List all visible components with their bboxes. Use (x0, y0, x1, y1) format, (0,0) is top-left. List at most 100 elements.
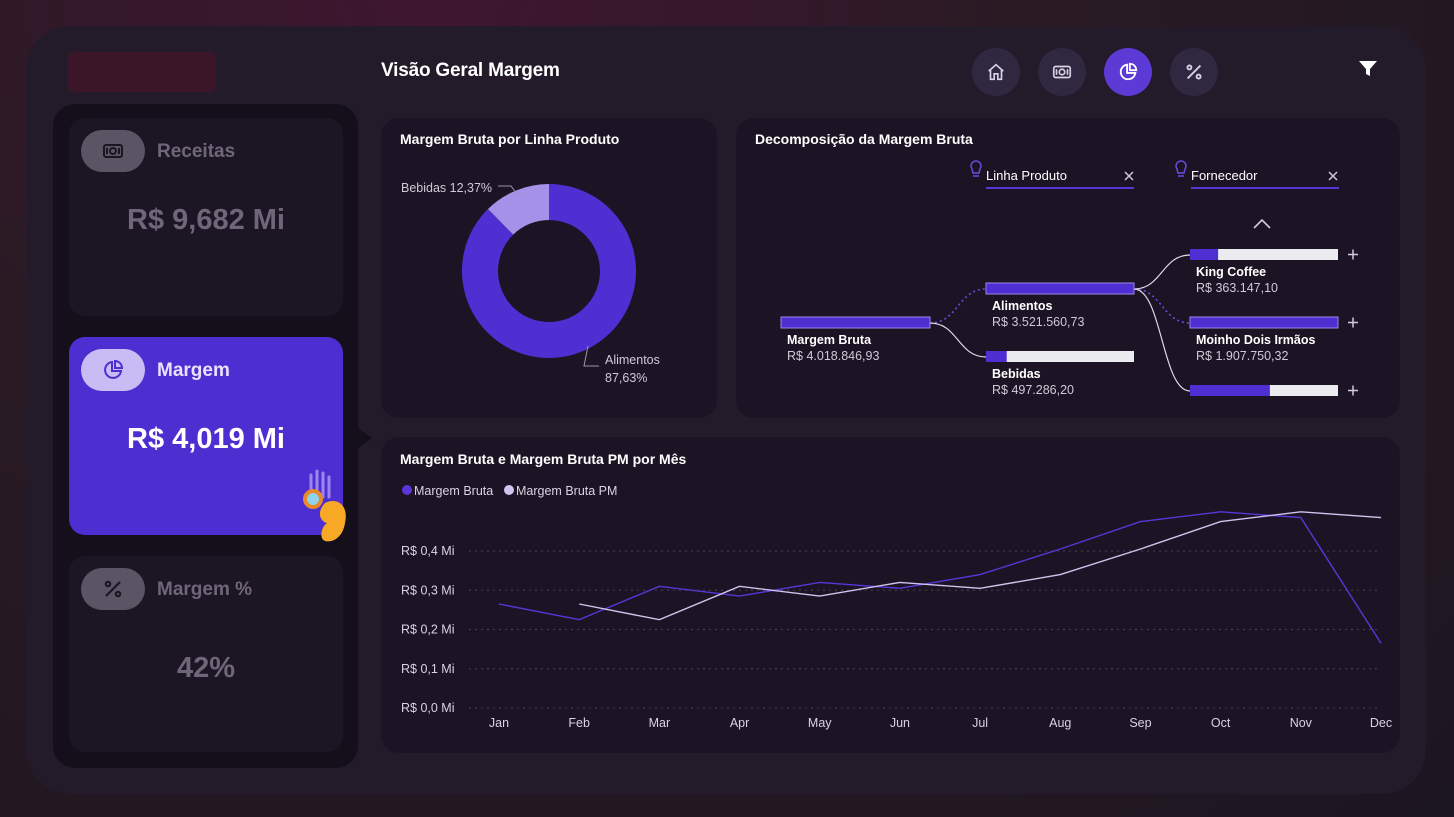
decomposition-tree: Linha Produto Fornecedor Margem Bruta R$… (780, 160, 1358, 397)
tree-node-king-coffee[interactable]: King Coffee R$ 363.147,10 (1190, 249, 1358, 295)
kpi-value: R$ 9,682 Mi (127, 204, 285, 236)
filter-chip-fornecedor[interactable]: Fornecedor (1175, 160, 1339, 189)
donut-label-alimentos-pct: 87,63% (605, 371, 647, 385)
x-tick-label: Sep (1129, 716, 1151, 730)
kpi-pill (81, 349, 145, 391)
kpi-value: 42% (176, 652, 236, 684)
tree-node-alimentos[interactable]: Alimentos R$ 3.521.560,73 (985, 282, 1135, 329)
node-name: Margem Bruta (787, 333, 872, 347)
node-name: Alimentos (992, 299, 1052, 313)
x-tick-label: Aug (1049, 716, 1071, 730)
nav-revenue-button[interactable] (1038, 48, 1086, 96)
x-tick-label: Apr (730, 716, 749, 730)
kpi-label: Margem % (157, 579, 253, 600)
nav-home-button[interactable] (972, 48, 1020, 96)
x-tick-label: Oct (1211, 716, 1231, 730)
x-tick-label: Jan (489, 716, 509, 730)
x-tick-label: Nov (1290, 716, 1313, 730)
close-icon[interactable] (1124, 171, 1134, 181)
node-value: R$ 363.147,10 (1196, 281, 1278, 295)
tree-node-moinho-dois-irmaos[interactable]: Moinho Dois Irmãos R$ 1.907.750,32 (1189, 316, 1358, 363)
x-tick-label: Feb (568, 716, 590, 730)
node-value: R$ 3.521.560,73 (992, 315, 1084, 329)
nav-percent-button[interactable] (1170, 48, 1218, 96)
line-chart-card: Margem Bruta e Margem Bruta PM por Mês M… (381, 437, 1400, 753)
kpi-pill (81, 568, 145, 610)
connector (929, 288, 987, 324)
node-bar (985, 282, 1135, 295)
node-bar (1190, 249, 1219, 260)
pie-chart-icon (1119, 62, 1138, 81)
lightbulb-icon (1175, 160, 1187, 177)
kpi-label: Margem (157, 360, 230, 381)
node-bar (1189, 316, 1339, 329)
lightbulb-icon (970, 160, 982, 177)
chevron-up-icon[interactable] (1253, 218, 1271, 229)
connector (1133, 288, 1191, 324)
legend-label[interactable]: Margem Bruta (414, 484, 493, 498)
y-tick-label: R$ 0,4 Mi (401, 544, 455, 558)
expand-plus-icon[interactable] (1348, 249, 1358, 260)
x-tick-label: May (808, 716, 832, 730)
close-icon[interactable] (1328, 171, 1338, 181)
donut-card: Margem Bruta por Linha Produto Bebidas 1… (381, 118, 717, 418)
node-name: Moinho Dois Irmãos (1196, 333, 1316, 347)
filter-chip-linha-produto[interactable]: Linha Produto (970, 160, 1134, 189)
decomposition-card: Decomposição da Margem Bruta Linha Produ… (736, 118, 1400, 418)
donut-chart: Bebidas 12,37% Alimentos 87,63% (401, 181, 660, 385)
kpi-card-margem[interactable]: Margem R$ 4,019 Mi (69, 337, 346, 542)
kpi-pill (81, 130, 145, 172)
y-tick-label: R$ 0,2 Mi (401, 623, 455, 637)
percent-icon (1186, 64, 1202, 80)
series-line-margem-bruta-pm[interactable] (579, 511, 1382, 621)
money-icon (1052, 65, 1072, 79)
kpi-sidebar: Receitas R$ 9,682 Mi Margem R$ 4,019 Mi … (53, 104, 358, 768)
x-tick-label: Mar (649, 716, 671, 730)
pie-chart-icon (104, 359, 124, 379)
connector (1133, 288, 1191, 392)
legend-label[interactable]: Margem Bruta PM (516, 484, 617, 498)
filter-label: Fornecedor (1191, 168, 1258, 183)
tree-node-root[interactable]: Margem Bruta R$ 4.018.846,93 (780, 316, 931, 363)
y-tick-label: R$ 0,3 Mi (401, 583, 455, 597)
node-bar (780, 316, 931, 329)
legend-swatch (504, 485, 514, 495)
x-tick-label: Dec (1370, 716, 1392, 730)
node-name: King Coffee (1196, 265, 1266, 279)
series-line-margem-bruta[interactable] (498, 511, 1382, 644)
money-icon (103, 144, 123, 158)
node-name: Bebidas (992, 367, 1041, 381)
kpi-label: Receitas (157, 141, 236, 162)
x-tick-label: Jul (972, 716, 988, 730)
home-icon (988, 63, 1004, 81)
tree-node-third-supplier[interactable] (1190, 385, 1358, 396)
connector (1133, 254, 1191, 290)
donut-label-alimentos: Alimentos (605, 353, 660, 367)
expand-plus-icon[interactable] (1348, 317, 1358, 328)
expand-plus-icon[interactable] (1348, 385, 1358, 396)
y-tick-label: R$ 0,0 Mi (401, 701, 455, 715)
tree-node-bebidas[interactable]: Bebidas R$ 497.286,20 (986, 351, 1134, 397)
donut-label-bebidas: Bebidas 12,37% (401, 181, 492, 195)
line-chart: Margem Bruta Margem Bruta PM R$ 0,0 Mi R$… (401, 484, 1392, 730)
x-tick-label: Jun (890, 716, 910, 730)
nav-margin-button[interactable] (1104, 48, 1152, 96)
node-value: R$ 497.286,20 (992, 383, 1074, 397)
percent-icon (104, 580, 122, 598)
node-bar (1190, 385, 1270, 396)
kpi-card-receitas[interactable]: Receitas R$ 9,682 Mi (69, 118, 343, 316)
kpi-value: R$ 4,019 Mi (127, 423, 285, 455)
active-pointer (358, 428, 372, 448)
page-title: Visão Geral Margem (381, 60, 560, 81)
legend: Margem Bruta Margem Bruta PM (402, 484, 617, 498)
node-value: R$ 1.907.750,32 (1196, 349, 1288, 363)
node-value: R$ 4.018.846,93 (787, 349, 879, 363)
kpi-card-margem-pct[interactable]: Margem % 42% (69, 556, 343, 752)
filter-icon[interactable] (1358, 59, 1378, 79)
y-tick-label: R$ 0,1 Mi (401, 662, 455, 676)
filter-label: Linha Produto (986, 168, 1067, 183)
pointing-hand-icon (303, 469, 346, 542)
legend-swatch (402, 485, 412, 495)
node-bar (986, 351, 1007, 362)
connector (929, 322, 987, 358)
